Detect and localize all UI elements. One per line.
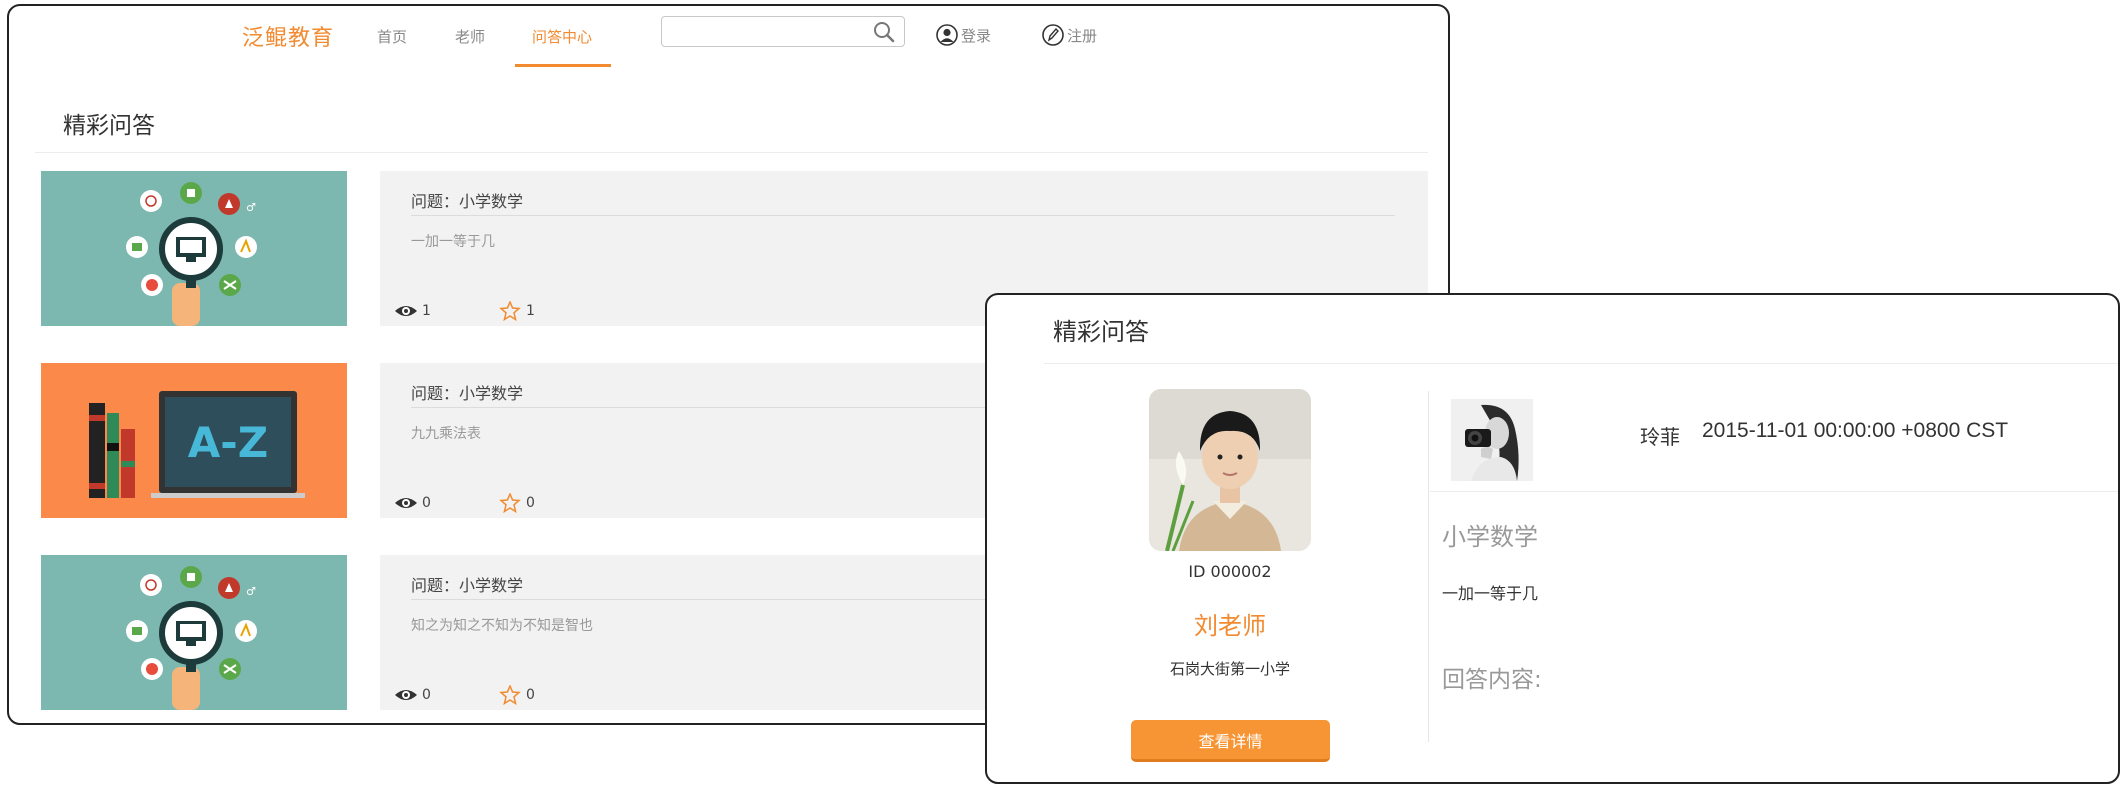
alphabet-board-image: A-Z	[41, 363, 347, 518]
eye-icon	[395, 306, 417, 316]
qa-detail-window: 精彩问答 ID 000002 刘老师 石岗大街第一小学 查看详情 玲菲 2015…	[985, 293, 2120, 784]
svg-text:♂: ♂	[246, 201, 256, 214]
column-divider	[1428, 391, 1429, 742]
star-count-value: 1	[526, 303, 535, 319]
view-details-button[interactable]: 查看详情	[1131, 720, 1330, 762]
star-icon	[499, 301, 521, 321]
search-input[interactable]	[662, 17, 862, 46]
qa-divider	[411, 215, 1395, 216]
asker-name: 玲菲	[1640, 425, 1680, 449]
top-nav: 泛鲲教育 首页 老师 问答中心 登录 注册	[9, 6, 1448, 68]
question-subject: 小学数学	[1442, 523, 1538, 551]
eye-icon	[395, 498, 417, 508]
eye-icon	[395, 690, 417, 700]
search-box	[661, 16, 905, 47]
question-text: 一加一等于几	[1442, 584, 1539, 603]
login-label: 登录	[961, 26, 992, 45]
active-tab-underline	[515, 64, 611, 67]
star-icon	[499, 493, 521, 513]
view-count: 0	[393, 685, 431, 705]
asker-timestamp: 2015-11-01 00:00:00 +0800 CST	[1702, 419, 2009, 442]
detail-divider	[1044, 363, 2118, 364]
section-divider	[35, 152, 1428, 153]
qa-description: 一加一等于几	[411, 234, 495, 250]
asker-divider	[1430, 491, 2118, 492]
section-title: 精彩问答	[63, 113, 155, 139]
teacher-id: ID 000002	[1188, 562, 1272, 581]
search-icon[interactable]	[873, 21, 895, 43]
teacher-portrait-image	[1149, 389, 1311, 551]
asker-avatar[interactable]	[1451, 399, 1533, 481]
teacher-avatar[interactable]	[1149, 389, 1311, 551]
answer-label: 回答内容:	[1442, 667, 1542, 693]
qa-thumbnail[interactable]: ♂	[41, 555, 347, 710]
star-count[interactable]: 1	[497, 301, 535, 321]
login-link[interactable]: 登录	[936, 24, 991, 46]
star-count-value: 0	[526, 495, 535, 511]
view-count: 1	[393, 301, 431, 321]
view-count-value: 0	[422, 495, 431, 511]
screenshot-stage: 泛鲲教育 首页 老师 问答中心 登录 注册 精彩问答 ♂ 问题：小学数学 一加一…	[0, 0, 2127, 804]
qa-question: 问题：小学数学	[411, 576, 524, 595]
asker-portrait-image	[1451, 399, 1533, 481]
view-count: 0	[393, 493, 431, 513]
brand-logo[interactable]: 泛鲲教育	[242, 20, 334, 52]
view-count-value: 0	[422, 687, 431, 703]
star-icon	[499, 685, 521, 705]
teacher-name: 刘老师	[1194, 612, 1266, 640]
qa-question: 问题：小学数学	[411, 384, 524, 403]
user-icon	[936, 24, 958, 46]
view-count-value: 1	[422, 303, 431, 319]
svg-text:♂: ♂	[246, 585, 256, 598]
nav-qa-center[interactable]: 问答中心	[532, 26, 592, 47]
thumb-text: A-Z	[188, 418, 268, 467]
star-count-value: 0	[526, 687, 535, 703]
pencil-icon	[1042, 24, 1064, 46]
qa-thumbnail[interactable]: ♂	[41, 171, 347, 326]
star-count[interactable]: 0	[497, 493, 535, 513]
science-magnifier-image: ♂	[41, 171, 347, 326]
star-count[interactable]: 0	[497, 685, 535, 705]
detail-section-title: 精彩问答	[1053, 318, 1149, 346]
qa-description: 知之为知之不知为不知是智也	[411, 618, 593, 634]
qa-question: 问题：小学数学	[411, 192, 524, 211]
register-label: 注册	[1067, 26, 1098, 45]
science-magnifier-image: ♂	[41, 555, 347, 710]
nav-home[interactable]: 首页	[377, 26, 407, 47]
nav-teachers[interactable]: 老师	[455, 26, 485, 47]
register-link[interactable]: 注册	[1042, 24, 1097, 46]
qa-thumbnail[interactable]: A-Z	[41, 363, 347, 518]
qa-description: 九九乘法表	[411, 426, 481, 442]
teacher-school: 石岗大街第一小学	[1169, 660, 1290, 678]
